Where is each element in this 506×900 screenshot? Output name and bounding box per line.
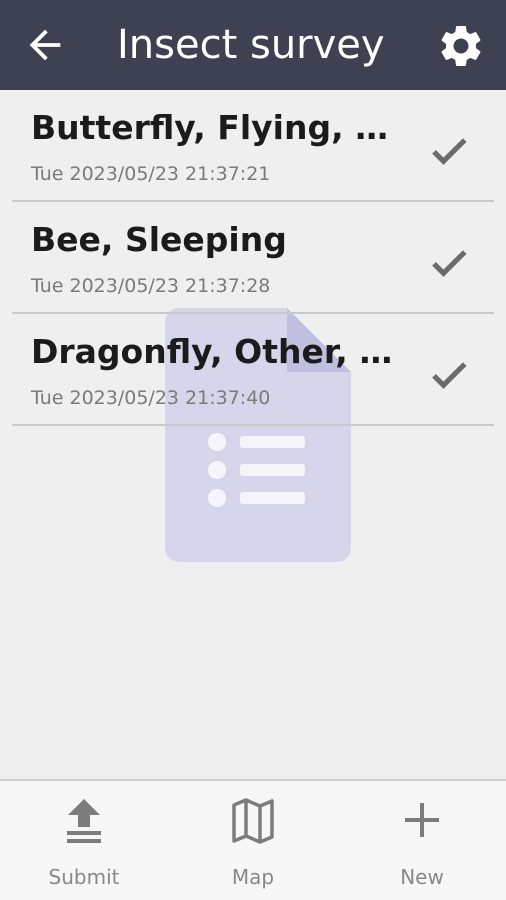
upload-icon bbox=[67, 799, 101, 843]
map-icon bbox=[232, 798, 274, 844]
record-timestamp: Tue 2023/05/23 21:37:28 bbox=[31, 275, 271, 297]
submit-button[interactable]: Submit bbox=[0, 781, 168, 900]
page-title: Insect survey bbox=[117, 22, 385, 68]
back-arrow-icon[interactable] bbox=[22, 22, 68, 68]
list-item[interactable]: Dragonfly, Other, Wal... Tue 2023/05/23 … bbox=[0, 314, 506, 426]
new-button[interactable]: New bbox=[338, 781, 506, 900]
divider bbox=[12, 424, 494, 426]
record-title: Dragonfly, Other, Wal... bbox=[31, 332, 409, 371]
map-label: Map bbox=[231, 865, 275, 889]
check-icon bbox=[432, 138, 467, 165]
check-icon bbox=[432, 362, 467, 389]
new-label: New bbox=[400, 865, 444, 889]
record-title: Bee, Sleeping bbox=[31, 220, 287, 259]
record-title: Butterfly, Flying, Eati... bbox=[31, 108, 409, 147]
submit-label: Submit bbox=[48, 865, 120, 889]
app-bar: Insect survey bbox=[0, 0, 506, 90]
record-timestamp: Tue 2023/05/23 21:37:21 bbox=[31, 163, 271, 185]
bottom-navigation: Submit Map New bbox=[0, 779, 506, 900]
list-item[interactable]: Butterfly, Flying, Eati... Tue 2023/05/2… bbox=[0, 90, 506, 202]
check-icon bbox=[432, 250, 467, 277]
record-list: Butterfly, Flying, Eati... Tue 2023/05/2… bbox=[0, 90, 506, 426]
map-button[interactable]: Map bbox=[169, 781, 337, 900]
gear-icon[interactable] bbox=[436, 21, 486, 71]
list-item[interactable]: Bee, Sleeping Tue 2023/05/23 21:37:28 bbox=[0, 202, 506, 314]
plus-icon bbox=[405, 803, 439, 837]
record-timestamp: Tue 2023/05/23 21:37:40 bbox=[31, 387, 271, 409]
